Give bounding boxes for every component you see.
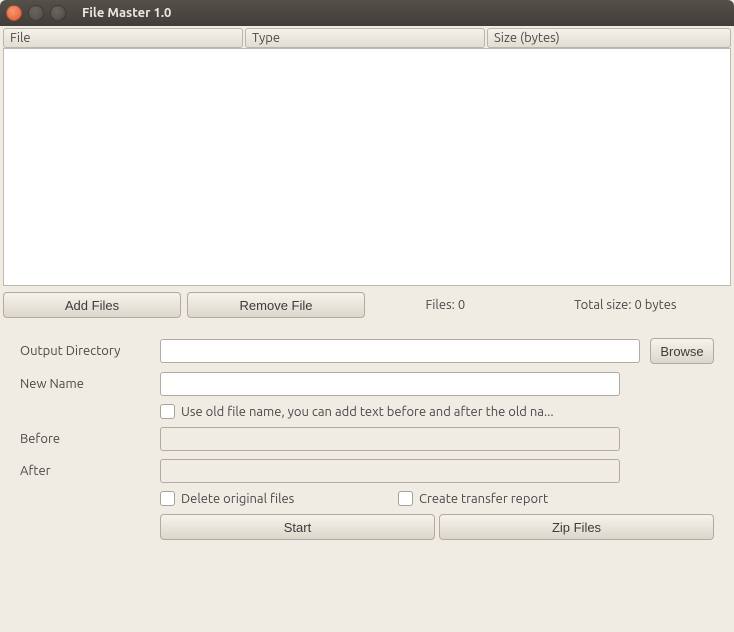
- delete-original-label: Delete original files: [181, 492, 294, 506]
- window-title: File Master 1.0: [82, 6, 171, 20]
- after-label: After: [20, 464, 150, 478]
- remove-file-button[interactable]: Remove File: [187, 292, 365, 318]
- start-button[interactable]: Start: [160, 514, 435, 540]
- new-name-input[interactable]: [160, 372, 620, 396]
- add-files-button[interactable]: Add Files: [3, 292, 181, 318]
- use-old-name-label: Use old file name, you can add text befo…: [181, 405, 631, 419]
- content-area: File Type Size (bytes) Add Files Remove …: [0, 26, 734, 632]
- table-header: File Type Size (bytes): [0, 26, 734, 48]
- titlebar: File Master 1.0: [0, 0, 734, 26]
- delete-original-checkbox[interactable]: [160, 491, 175, 506]
- after-input: [160, 459, 620, 483]
- before-label: Before: [20, 432, 150, 446]
- zip-files-button[interactable]: Zip Files: [439, 514, 714, 540]
- file-list[interactable]: [3, 48, 731, 286]
- close-icon[interactable]: [6, 5, 22, 21]
- create-report-checkbox[interactable]: [398, 491, 413, 506]
- column-type[interactable]: Type: [245, 28, 485, 48]
- column-file[interactable]: File: [3, 28, 243, 48]
- toolbar: Add Files Remove File Files: 0 Total siz…: [0, 286, 734, 328]
- files-count: Files: 0: [425, 298, 465, 312]
- browse-button[interactable]: Browse: [650, 338, 714, 364]
- use-old-name-checkbox[interactable]: [160, 404, 175, 419]
- minimize-icon[interactable]: [28, 5, 44, 21]
- total-size: Total size: 0 bytes: [574, 298, 676, 312]
- new-name-label: New Name: [20, 377, 150, 391]
- output-dir-input[interactable]: [160, 339, 640, 363]
- maximize-icon[interactable]: [50, 5, 66, 21]
- column-size[interactable]: Size (bytes): [487, 28, 731, 48]
- before-input: [160, 427, 620, 451]
- create-report-label: Create transfer report: [419, 492, 548, 506]
- output-dir-label: Output Directory: [20, 344, 150, 358]
- form-panel: Output Directory Browse New Name Use old…: [0, 328, 734, 560]
- status-bar: Files: 0 Total size: 0 bytes: [371, 298, 731, 312]
